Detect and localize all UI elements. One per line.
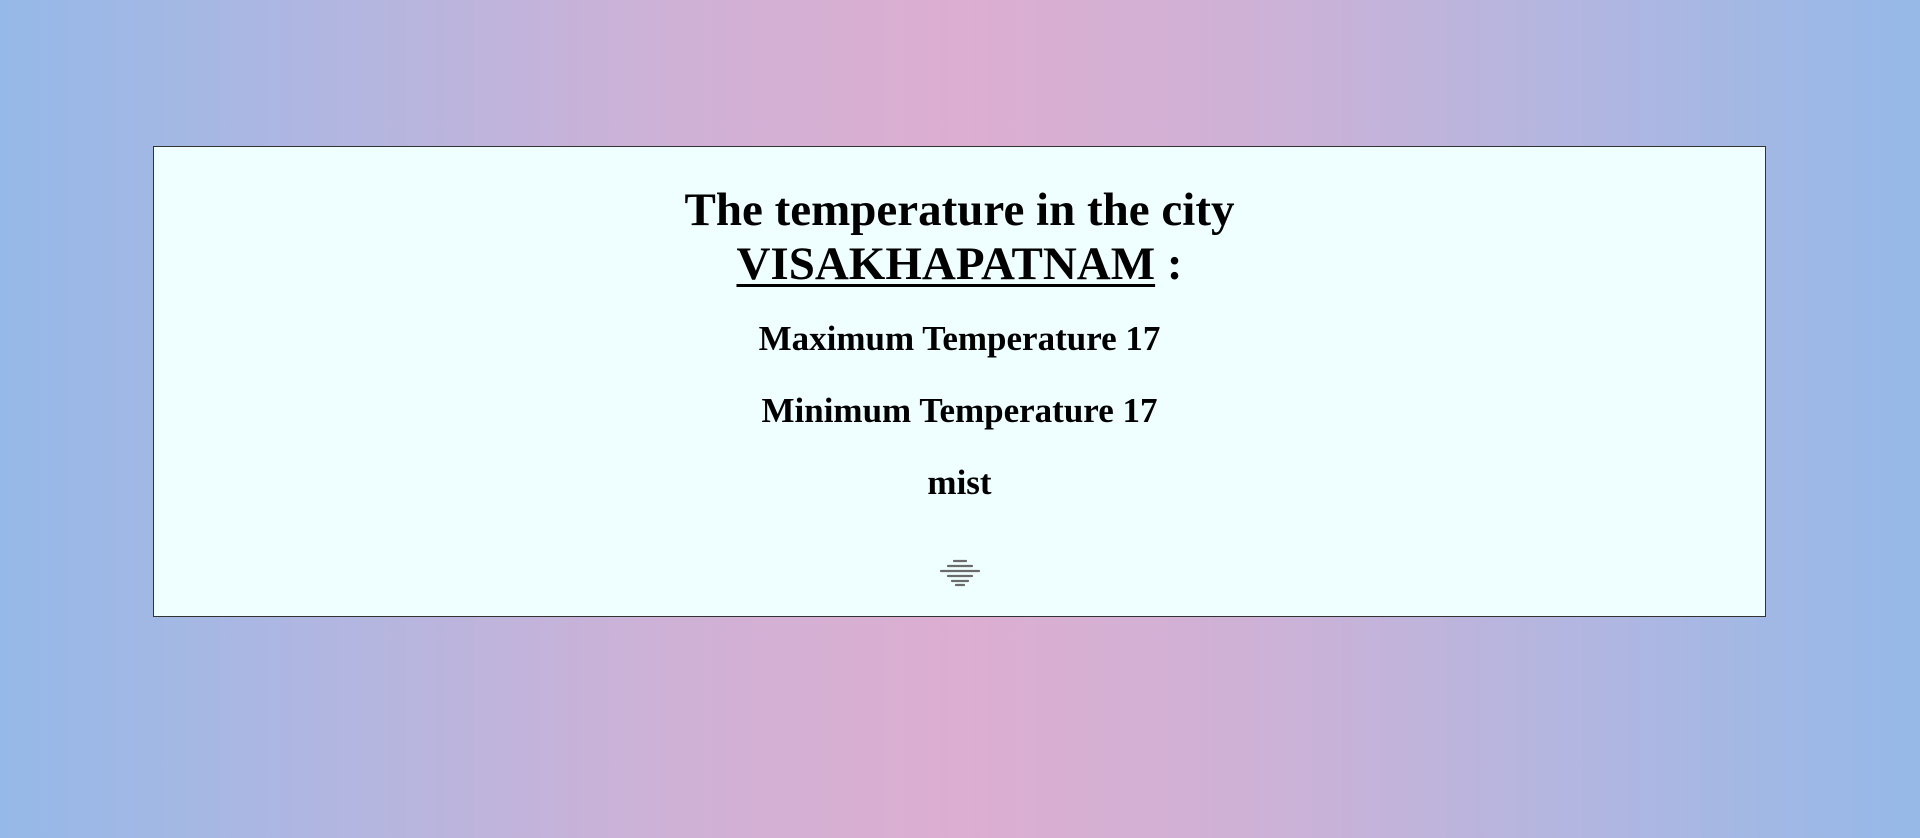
title-suffix: : (1166, 238, 1183, 290)
mist-icon (939, 559, 980, 587)
min-temperature: Minimum Temperature 17 (154, 391, 1765, 431)
min-temperature-label: Minimum Temperature (761, 391, 1114, 430)
title-prefix: The temperature in the city (684, 184, 1235, 236)
max-temperature-label: Maximum Temperature (758, 319, 1117, 358)
weather-title: The temperature in the city VISAKHAPATNA… (154, 183, 1765, 291)
min-temperature-value: 17 (1122, 391, 1158, 430)
weather-description: mist (927, 463, 992, 502)
max-temperature-value: 17 (1125, 319, 1161, 358)
weather-card: The temperature in the city VISAKHAPATNA… (153, 146, 1766, 617)
city-name: VISAKHAPATNAM (736, 238, 1156, 290)
max-temperature: Maximum Temperature 17 (154, 319, 1765, 359)
